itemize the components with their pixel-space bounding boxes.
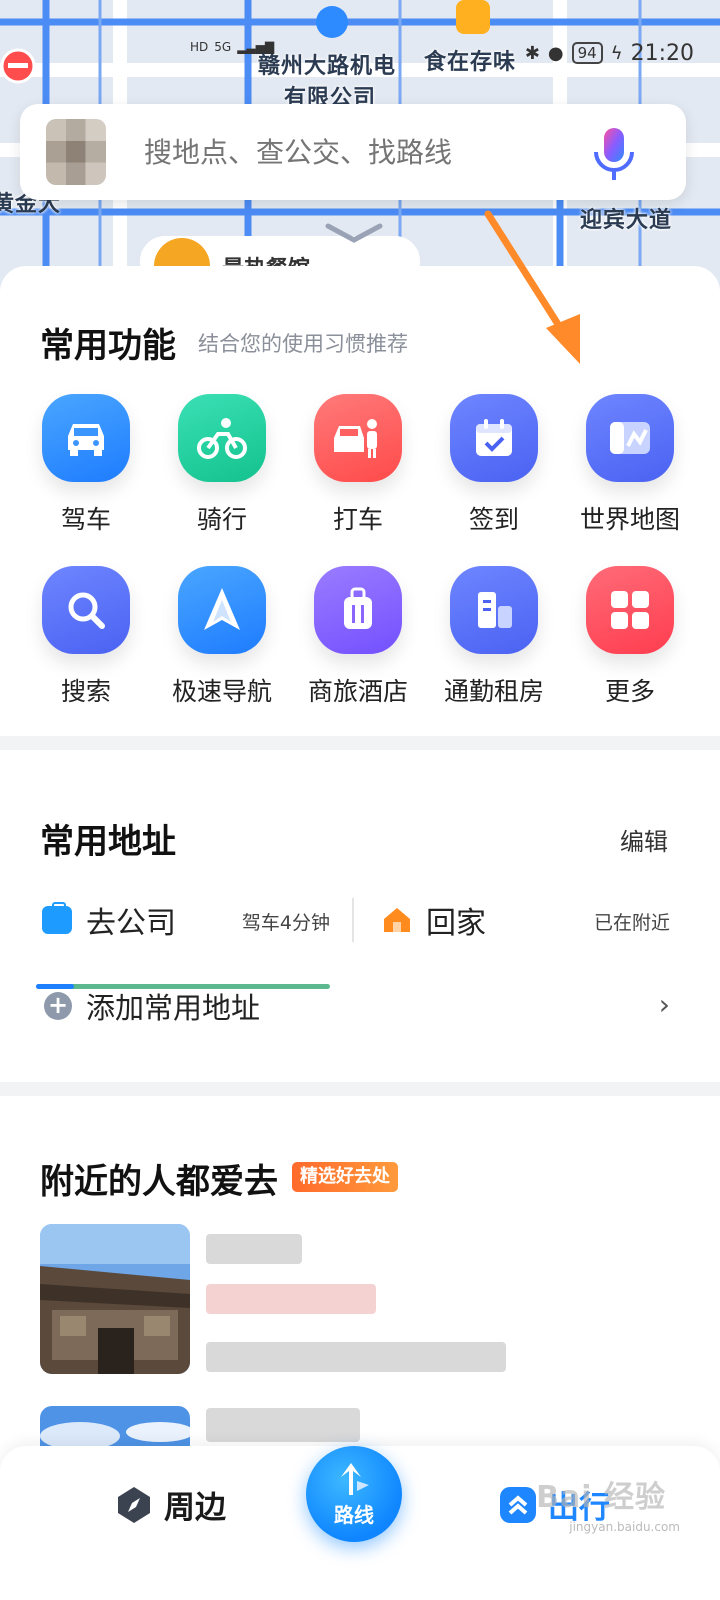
route-arrow-icon xyxy=(341,1462,369,1495)
function-label: 搜索 xyxy=(60,677,111,706)
car-icon xyxy=(42,394,130,482)
luggage-icon xyxy=(314,566,402,654)
watermark-url: jingyan.baidu.com xyxy=(569,1520,680,1534)
compass-icon xyxy=(118,1486,150,1523)
address-company[interactable]: 去公司 驾车4分钟 xyxy=(36,890,330,950)
function-more[interactable]: 更多 xyxy=(562,566,698,708)
common-functions-section: 常用功能 结合您的使用习惯推荐 驾车 骑行 打车 签到 世界地图 搜索 极速导航… xyxy=(0,266,720,736)
clock: 21:20 xyxy=(630,40,694,66)
plus-icon: + xyxy=(44,992,72,1020)
watermark-logo: Bai 经验 xyxy=(536,1480,666,1515)
function-label: 商旅酒店 xyxy=(307,677,408,706)
bottom-sheet: 常用功能 结合您的使用习惯推荐 驾车 骑行 打车 签到 世界地图 搜索 极速导航… xyxy=(0,266,720,1596)
building-icon xyxy=(450,566,538,654)
grid-more-icon xyxy=(586,566,674,654)
place-card[interactable] xyxy=(40,1224,680,1374)
section-divider xyxy=(0,1082,720,1096)
status-left: HD 5G ▂▃▅▇ xyxy=(190,40,274,54)
blurred-tag xyxy=(206,1284,376,1314)
add-address-label: 添加常用地址 xyxy=(86,991,261,1025)
function-label: 驾车 xyxy=(60,505,111,534)
function-label: 世界地图 xyxy=(579,505,680,534)
world-map-icon xyxy=(586,394,674,482)
section-title: 常用地址 xyxy=(40,822,176,862)
route-button[interactable]: 路线 xyxy=(306,1446,402,1542)
navigation-arrow-icon xyxy=(178,566,266,654)
microphone-icon[interactable] xyxy=(588,126,640,182)
section-subtitle: 结合您的使用习惯推荐 xyxy=(198,332,408,356)
common-addresses-section: 常用地址 编辑 去公司 驾车4分钟 回家 已在附近 + 添加常用地址 › xyxy=(0,750,720,1082)
blurred-title xyxy=(206,1408,360,1442)
map-label: 迎宾大道 xyxy=(580,208,673,233)
search-input[interactable] xyxy=(144,135,574,169)
charging-icon: ϟ xyxy=(610,42,623,64)
bluetooth-icon: ✱ xyxy=(524,42,540,64)
calendar-check-icon xyxy=(450,394,538,482)
place-thumbnail xyxy=(40,1224,190,1374)
function-checkin[interactable]: 签到 xyxy=(426,394,562,536)
divider xyxy=(352,898,354,942)
blurred-title xyxy=(206,1234,302,1264)
nav-label: 路线 xyxy=(334,1502,374,1527)
function-hotel[interactable]: 商旅酒店 xyxy=(290,566,426,708)
function-grid: 驾车 骑行 打车 签到 世界地图 搜索 极速导航 商旅酒店 通勤租房 更多 xyxy=(18,394,702,708)
add-address-row[interactable]: + 添加常用地址 › xyxy=(44,984,674,1028)
blurred-info xyxy=(206,1342,506,1372)
section-divider xyxy=(0,736,720,750)
address-home[interactable]: 回家 已在附近 xyxy=(380,890,684,950)
function-fast-nav[interactable]: 极速导航 xyxy=(154,566,290,708)
mic-status-icon: ● xyxy=(547,42,564,64)
function-label: 签到 xyxy=(468,505,519,534)
map-label: 赣州大路机电 xyxy=(258,54,397,79)
address-name: 回家 xyxy=(426,906,486,941)
function-label: 极速导航 xyxy=(171,677,272,706)
function-commute-rent[interactable]: 通勤租房 xyxy=(426,566,562,708)
featured-badge: 精选好去处 xyxy=(292,1162,398,1192)
chevron-right-icon: › xyxy=(658,988,670,1021)
function-label: 骑行 xyxy=(196,505,247,534)
address-row: 去公司 驾车4分钟 回家 已在附近 xyxy=(36,890,684,989)
address-eta: 驾车4分钟 xyxy=(241,912,330,934)
bike-icon xyxy=(178,394,266,482)
search-bar[interactable] xyxy=(20,104,686,200)
function-drive[interactable]: 驾车 xyxy=(18,394,154,536)
chevron-down-icon[interactable] xyxy=(324,222,384,246)
taxi-icon xyxy=(314,394,402,482)
function-label: 打车 xyxy=(332,505,383,534)
address-name: 去公司 xyxy=(86,906,176,941)
function-search[interactable]: 搜索 xyxy=(18,566,154,708)
travel-icon xyxy=(500,1486,536,1523)
nav-around[interactable]: 周边 xyxy=(114,1482,226,1527)
map-label: 食在存味 xyxy=(424,50,517,75)
function-bike[interactable]: 骑行 xyxy=(154,394,290,536)
section-title: 常用功能 xyxy=(40,326,176,366)
status-bar: ✱ ● 94 ϟ 21:20 xyxy=(525,38,694,68)
section-title: 附近的人都爱去 xyxy=(40,1162,278,1202)
briefcase-icon xyxy=(42,902,72,934)
search-icon xyxy=(42,566,130,654)
annotation-arrow xyxy=(484,210,580,364)
function-taxi[interactable]: 打车 xyxy=(290,394,426,536)
address-eta: 已在附近 xyxy=(593,912,670,934)
hd-icon: HD xyxy=(190,40,209,54)
nav-label: 周边 xyxy=(164,1490,226,1526)
battery-indicator: 94 xyxy=(571,42,603,64)
edit-button[interactable]: 编辑 xyxy=(620,822,668,857)
home-icon xyxy=(384,908,410,932)
function-world-map[interactable]: 世界地图 xyxy=(562,394,698,536)
network-type: 5G xyxy=(214,40,232,54)
signal-icon: ▂▃▅▇ xyxy=(237,40,275,54)
function-label: 更多 xyxy=(604,677,655,706)
function-label: 通勤租房 xyxy=(443,677,544,706)
avatar[interactable] xyxy=(46,119,106,185)
